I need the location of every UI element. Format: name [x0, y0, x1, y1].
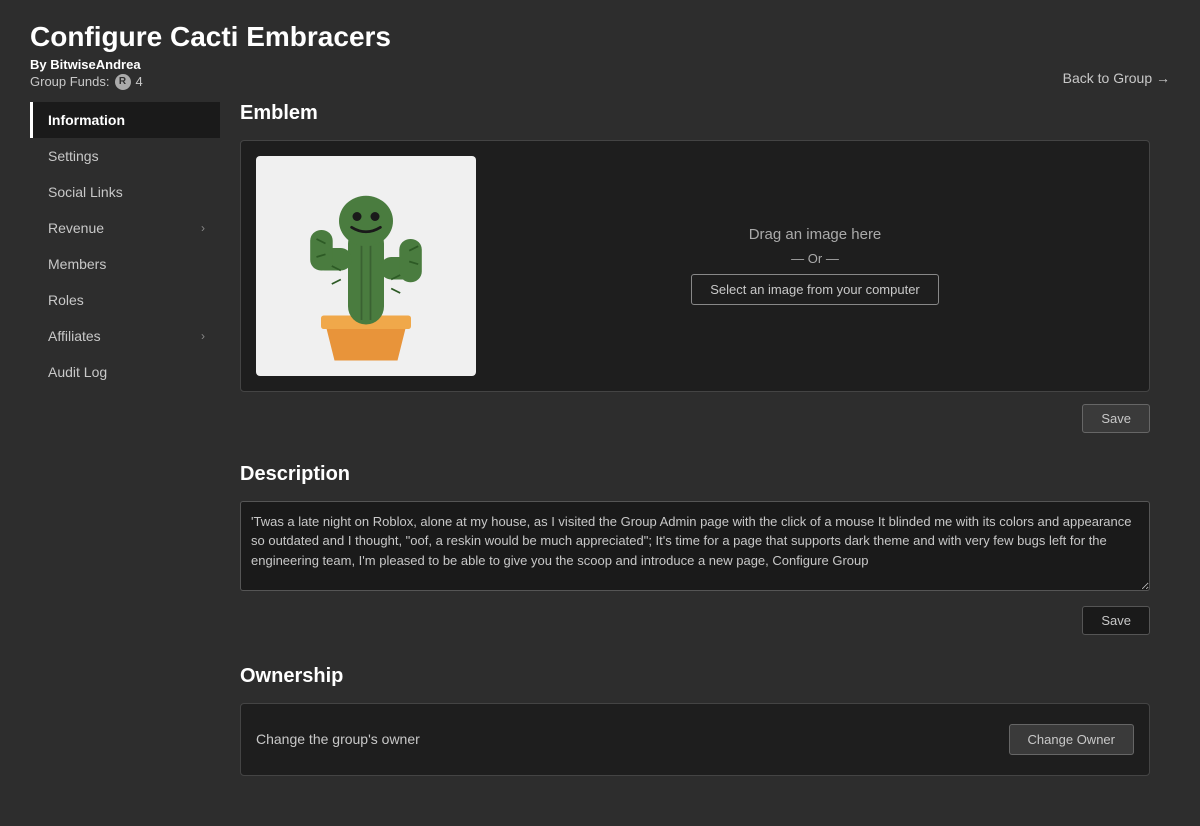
chevron-right-icon: ›: [201, 221, 205, 235]
emblem-save-button[interactable]: Save: [1082, 404, 1150, 433]
author-name: BitwiseAndrea: [50, 57, 140, 72]
sidebar: Information Settings Social Links Revenu…: [30, 102, 220, 806]
sidebar-item-label: Audit Log: [48, 364, 107, 380]
change-owner-button[interactable]: Change Owner: [1009, 724, 1134, 755]
description-save-row: Save: [240, 606, 1150, 635]
ownership-text: Change the group's owner: [256, 731, 420, 747]
sidebar-item-information[interactable]: Information: [30, 102, 220, 138]
emblem-box: Drag an image here — Or — Select an imag…: [240, 140, 1150, 392]
by-label: By: [30, 57, 47, 72]
description-title: Description: [240, 463, 1150, 486]
sidebar-item-revenue[interactable]: Revenue ›: [30, 210, 220, 246]
sidebar-item-label: Revenue: [48, 220, 104, 236]
sidebar-item-members[interactable]: Members: [30, 246, 220, 282]
description-save-button[interactable]: Save: [1082, 606, 1150, 635]
description-textarea[interactable]: [240, 501, 1150, 591]
sidebar-item-settings[interactable]: Settings: [30, 138, 220, 174]
ownership-row: Change the group's owner Change Owner: [256, 719, 1134, 760]
sidebar-item-affiliates[interactable]: Affiliates ›: [30, 318, 220, 354]
emblem-save-row: Save: [240, 404, 1150, 433]
ownership-box: Change the group's owner Change Owner: [240, 703, 1150, 776]
sidebar-item-audit-log[interactable]: Audit Log: [30, 354, 220, 390]
funds-line: Group Funds: R 4: [30, 74, 391, 90]
sidebar-item-label: Information: [48, 112, 125, 128]
robux-icon: R: [115, 74, 131, 90]
sidebar-item-roles[interactable]: Roles: [30, 282, 220, 318]
sidebar-item-label: Social Links: [48, 184, 123, 200]
description-section: Description Save: [240, 463, 1150, 635]
ownership-section: Ownership Change the group's owner Chang…: [240, 665, 1150, 776]
emblem-container: Drag an image here — Or — Select an imag…: [256, 156, 1134, 376]
funds-value: 4: [136, 74, 143, 89]
funds-label: Group Funds:: [30, 74, 110, 89]
back-to-group-link[interactable]: Back to Group →: [1063, 70, 1170, 90]
sidebar-item-label: Roles: [48, 292, 84, 308]
author-line: By BitwiseAndrea: [30, 57, 391, 72]
or-text: — Or —: [791, 251, 839, 266]
select-image-button[interactable]: Select an image from your computer: [691, 274, 939, 305]
emblem-upload-area: Drag an image here — Or — Select an imag…: [496, 226, 1134, 305]
sidebar-item-label: Affiliates: [48, 328, 101, 344]
emblem-section: Emblem: [240, 102, 1150, 433]
page-title: Configure Cacti Embracers: [30, 20, 391, 54]
sidebar-item-label: Members: [48, 256, 106, 272]
sidebar-item-label: Settings: [48, 148, 99, 164]
emblem-title: Emblem: [240, 102, 1150, 125]
cactus-image: [276, 171, 456, 361]
emblem-image-area: [256, 156, 476, 376]
ownership-title: Ownership: [240, 665, 1150, 688]
main-content: Emblem: [220, 102, 1170, 806]
sidebar-item-social-links[interactable]: Social Links: [30, 174, 220, 210]
drag-text: Drag an image here: [749, 226, 882, 243]
chevron-right-icon: ›: [201, 329, 205, 343]
